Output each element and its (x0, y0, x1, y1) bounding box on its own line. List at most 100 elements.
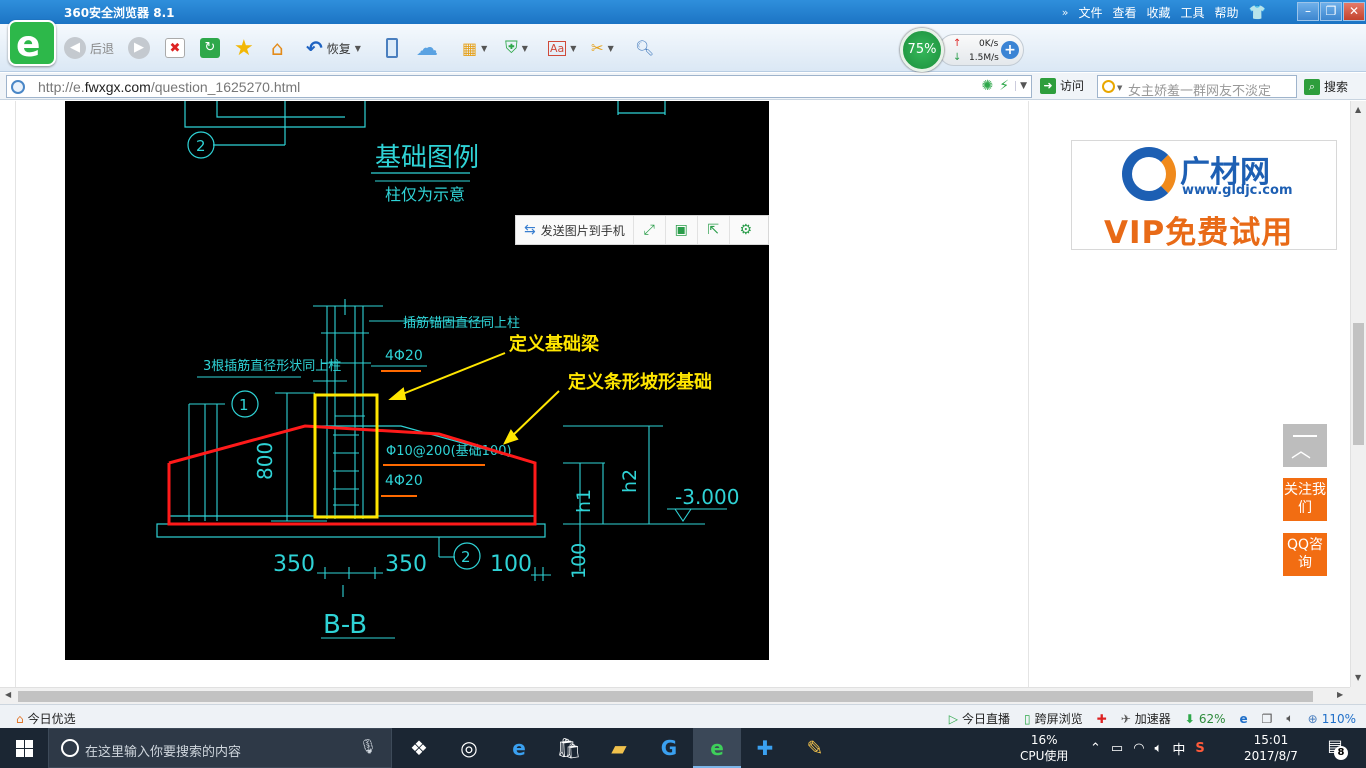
maximize-button[interactable]: ❐ (1320, 2, 1342, 21)
phone-button[interactable] (386, 35, 398, 61)
follow-us-button[interactable]: 关注我们 (1283, 478, 1327, 521)
windows-icon[interactable]: ❐ (1262, 712, 1273, 726)
refresh-button[interactable]: ↻ (200, 35, 220, 61)
accelerator-button[interactable]: ✈ 加速器 (1121, 710, 1171, 727)
search-input[interactable]: 女主娇羞一群网友不淡定 (1128, 80, 1294, 99)
network-speed-widget[interactable]: ↑ 0K/s ↓ 1.5M/s + 75% (898, 26, 1026, 72)
360-browser-icon[interactable]: e (693, 728, 741, 768)
chevron-down-icon[interactable]: ▼ (1015, 81, 1027, 91)
translate-button[interactable]: Aa ▼ (548, 35, 576, 61)
cloud-button[interactable]: ☁ (416, 35, 438, 61)
sogou-icon[interactable]: S (1195, 741, 1204, 756)
menu-view[interactable]: 查看 (1113, 4, 1137, 21)
zoom-control[interactable]: ⊕ 110% (1308, 712, 1356, 726)
store-icon[interactable]: 🛍︎ (545, 728, 593, 768)
horizontal-scrollbar[interactable]: ◀ ▶ (0, 687, 1350, 704)
action-center-icon[interactable]: ▤ 8 (1320, 736, 1350, 760)
security-button[interactable]: ⛨ ▼ (505, 35, 528, 61)
chevron-down-icon: ▼ (570, 43, 577, 53)
close-button[interactable]: ✕ (1343, 2, 1365, 21)
back-to-top-button[interactable]: ︿ (1283, 424, 1327, 467)
menu-tools[interactable]: 工具 (1181, 4, 1205, 21)
menu-file[interactable]: 文件 (1078, 4, 1102, 21)
apps-button[interactable]: ▦ ▼ (462, 35, 487, 61)
notepad-icon[interactable]: ✎ (791, 728, 839, 768)
fullscreen-icon[interactable]: ⤢ (634, 216, 666, 244)
minimize-button[interactable]: – (1297, 2, 1319, 21)
home-icon: ⌂ (271, 36, 284, 60)
lightning-icon[interactable]: ⚡ (999, 78, 1009, 94)
chevron-down-icon: ▼ (607, 43, 614, 53)
cad-drawing-image[interactable]: 2 基础图例 柱仅为示意 插筋锚固直径同上柱 3根插筋直径形状同上柱 4Φ20 … (65, 101, 769, 660)
favorite-button[interactable]: ★ (234, 35, 254, 61)
chevron-down-icon: ▼ (521, 43, 528, 53)
gldjc-ad-banner[interactable]: 广材网 www.gldjc.com VIP免费试用 (1071, 140, 1337, 251)
chevron-up-icon[interactable]: ⌃ (1090, 741, 1101, 756)
scroll-right-icon[interactable]: ▶ (1337, 690, 1343, 699)
share-icon[interactable]: ⇱ (698, 216, 730, 244)
find-button[interactable]: 🔍︎ (635, 35, 654, 61)
today-picks[interactable]: ⌂ 今日优选 (16, 710, 76, 727)
taskbar-search-input[interactable]: 在这里输入你要搜索的内容 (85, 741, 241, 760)
skin-shirt-icon[interactable]: 👕 (1249, 5, 1266, 21)
annotation-strip-footing: 定义条形坡形基础 (568, 371, 712, 393)
menu-help[interactable]: 帮助 (1215, 4, 1239, 21)
url-text[interactable]: http://e.fwxgx.com/question_1625270.html (38, 79, 300, 95)
menu-favorites[interactable]: 收藏 (1147, 4, 1171, 21)
home-button[interactable]: ⌂ (271, 35, 284, 61)
search-engine-icon[interactable] (1102, 80, 1115, 93)
memory-percent-ring[interactable]: 75% (900, 28, 944, 72)
cpu-usage[interactable]: 16% CPU使用 (1020, 732, 1068, 764)
speedup-plus-icon[interactable]: + (1001, 41, 1019, 59)
search-button[interactable]: ⌕ 搜索 (1304, 78, 1348, 95)
edge-icon[interactable]: e (495, 728, 543, 768)
start-button[interactable] (0, 728, 48, 768)
chevron-down-icon: ▼ (354, 43, 361, 53)
send-to-phone-button[interactable]: ⇆ 发送图片到手机 (516, 216, 634, 244)
battery-icon[interactable]: ▭ (1111, 741, 1123, 756)
restore-button[interactable]: ↶ 恢复 ▼ (306, 35, 361, 61)
menu-overflow-icon[interactable]: » (1062, 6, 1069, 19)
cross-screen-button[interactable]: ▯ 跨屏浏览 (1024, 710, 1083, 727)
glodon-app-icon[interactable]: G (645, 728, 693, 768)
clock[interactable]: 15:01 2017/8/7 (1244, 732, 1298, 764)
gldjc-logo-icon (1122, 147, 1176, 201)
speaker-icon[interactable]: 🔈︎ (1155, 741, 1163, 756)
stop-button[interactable]: ✖ (165, 35, 185, 61)
browser-logo[interactable]: e (8, 20, 56, 66)
vertical-scroll-thumb[interactable] (1353, 323, 1364, 445)
qq-consult-button[interactable]: QQ咨询 (1283, 533, 1327, 576)
dim-350-left: 350 (273, 552, 315, 577)
wifi-icon[interactable]: ◠ (1133, 741, 1144, 756)
font-icon: Aa (548, 40, 567, 56)
gear-icon[interactable]: ⚙ (730, 216, 762, 244)
e-logo-icon: e (16, 24, 41, 65)
vertical-scrollbar[interactable]: ▲ ▼ (1350, 101, 1366, 687)
note-left: 3根插筋直径形状同上柱 (203, 358, 341, 374)
app-plus-icon[interactable]: ✚ (741, 728, 789, 768)
address-bar[interactable]: http://e.fwxgx.com/question_1625270.html… (6, 75, 1032, 98)
file-explorer-icon[interactable]: ▰ (595, 728, 643, 768)
scroll-down-icon[interactable]: ▼ (1355, 673, 1361, 682)
ie-mode-icon[interactable]: e (1240, 712, 1248, 726)
download-button[interactable]: ⬇ 62% (1185, 712, 1226, 726)
taskbar-search[interactable]: 在这里输入你要搜索的内容 🎙︎ (48, 728, 392, 768)
screenshot-button[interactable]: ✂ ▼ (591, 35, 614, 61)
search-box[interactable]: ▼ 女主娇羞一群网友不淡定 (1097, 75, 1297, 99)
annotation-foundation-beam: 定义基础梁 (509, 333, 600, 355)
scroll-left-icon[interactable]: ◀ (5, 690, 11, 699)
ime-indicator[interactable]: 中 (1172, 739, 1185, 758)
today-live-button[interactable]: ▷ 今日直播 (949, 710, 1010, 727)
volume-icon[interactable]: 🔈︎ (1286, 711, 1293, 726)
scroll-up-icon[interactable]: ▲ (1355, 105, 1361, 114)
task-view-icon[interactable]: ❖ (395, 728, 443, 768)
microphone-icon[interactable]: 🎙︎ (359, 739, 377, 755)
forward-button[interactable]: ▶ (128, 35, 150, 61)
back-button[interactable]: ◀ 后退 (64, 35, 114, 61)
save-icon[interactable]: ▣ (666, 216, 698, 244)
visit-button[interactable]: ➜ 访问 (1040, 77, 1084, 94)
app-spiral-icon[interactable]: ◎ (445, 728, 493, 768)
horizontal-scroll-thumb[interactable] (18, 691, 1313, 702)
address-row: http://e.fwxgx.com/question_1625270.html… (0, 73, 1366, 100)
medical-kit-icon[interactable]: ✚ (1097, 712, 1107, 726)
